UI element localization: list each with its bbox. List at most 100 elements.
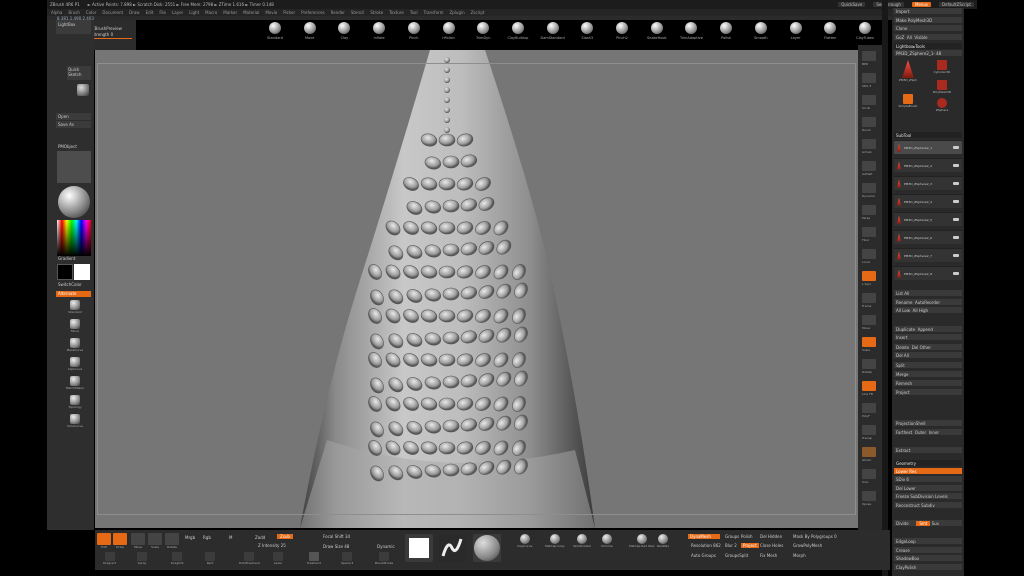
shelf-scale-button[interactable]: Scale (862, 337, 876, 352)
lower-res-button[interactable]: Lower Res (894, 468, 962, 474)
visibility-toggle-icon[interactable] (953, 164, 959, 167)
close-holes-button[interactable]: Close Holes (760, 543, 783, 548)
farthest-button[interactable]: Farthest (896, 430, 912, 435)
brush-inflate[interactable]: Inflate (364, 22, 394, 50)
shelf-xpose-button[interactable]: Xpose (862, 491, 876, 506)
shelf-dynamic-button[interactable]: Dynamic (862, 183, 876, 198)
mask-by-polygroups-slider[interactable]: Mask By Polygroups 0 (793, 534, 837, 539)
rename-button[interactable]: Rename (896, 300, 912, 305)
shelf-persp-button[interactable]: Persp (862, 205, 876, 220)
outer-button[interactable]: Outer (915, 430, 926, 435)
shelf-aahalf-button[interactable]: AAHalf (862, 161, 876, 176)
del-all-button[interactable]: Del All (894, 352, 962, 358)
open-button[interactable]: Open (56, 113, 91, 120)
material-claycurve[interactable]: ClayCurve (517, 534, 532, 548)
visibility-toggle-icon[interactable] (953, 146, 959, 149)
project-button[interactable]: Project (894, 389, 962, 395)
import-button[interactable]: Import (894, 8, 962, 14)
subtool-item[interactable]: PM3D_ZSphere2_6 (894, 230, 962, 244)
all-low-button[interactable]: All Low (896, 308, 910, 313)
list-all-button[interactable]: List All (894, 290, 962, 296)
subtool-header[interactable]: SubTool (894, 132, 962, 138)
autoreorder-button[interactable]: AutoReorder (915, 300, 940, 305)
quick-sketch-button[interactable]: Quick Sketch (67, 66, 91, 80)
visibility-toggle-icon[interactable] (953, 182, 959, 185)
shelf-rotate-button[interactable]: Rotate (862, 359, 876, 374)
right-tray-handle[interactable] (882, 0, 888, 576)
stroke-freehand-button[interactable]: Freehand (307, 552, 321, 565)
extract-button[interactable]: Extract (894, 447, 962, 453)
default-zscript-button[interactable]: DefaultZScript (939, 2, 974, 7)
switch-color-button[interactable]: SwitchColor (58, 282, 82, 287)
projection-shell-slider[interactable]: ProjectionShell (894, 420, 962, 426)
visibility-toggle-icon[interactable] (953, 272, 959, 275)
visible-button[interactable]: Visible (914, 35, 927, 40)
menu-picker[interactable]: Picker (283, 10, 295, 15)
draw-button[interactable]: Draw (113, 533, 127, 549)
shelf-ghost-button[interactable]: Ghost (862, 447, 876, 462)
brush-smooth[interactable]: Smooth (746, 22, 776, 50)
polish-button[interactable]: Polish (741, 534, 753, 539)
subtool-item[interactable]: PM3D_ZSphere2_4 (894, 194, 962, 208)
menu-file[interactable]: File (159, 10, 166, 15)
menu-movie[interactable]: Movie (265, 10, 277, 15)
material-matcap-red-wax[interactable]: MatCap Red Wax (629, 534, 654, 548)
stroke-dragdot-button[interactable]: DragDot (171, 552, 184, 565)
left-tool-matchmaker[interactable]: MatchMaker (60, 376, 90, 395)
shelf-frame-button[interactable]: Frame (862, 293, 876, 308)
brush-snakehook[interactable]: SnakeHook (642, 22, 672, 50)
menu-marker[interactable]: Marker (223, 10, 237, 15)
brush-trimadaptive[interactable]: TrimAdaptive (676, 22, 706, 50)
subtool-item[interactable]: PM3D_ZSphere2_2 (894, 158, 962, 172)
shelf-move-button[interactable]: Move (862, 315, 876, 330)
secondary-color-swatch[interactable] (57, 264, 73, 280)
zsub-button[interactable]: Zsub (277, 534, 293, 539)
left-tool-clipcurve[interactable]: ClipCurve (60, 357, 90, 376)
brush-slash3[interactable]: Slash3 (572, 22, 602, 50)
alpha-slot[interactable] (405, 534, 433, 562)
mrgb-button[interactable]: Mrgb (185, 535, 195, 540)
material-sphere[interactable] (58, 186, 90, 218)
shelf-local-button[interactable]: Local (862, 249, 876, 264)
menu-light[interactable]: Light (189, 10, 199, 15)
brush-standard[interactable]: Standard (260, 22, 290, 50)
grow-polymesh-button[interactable]: GrowPolyMesh (793, 543, 822, 548)
menu-transform[interactable]: Transform (424, 10, 444, 15)
material-chrome[interactable]: Chrome (601, 534, 613, 548)
clone-button[interactable]: Clone (894, 25, 962, 31)
subtool-item[interactable]: PM3D_ZSphere2_8 (894, 266, 962, 280)
tool-thumb-cylinder3d[interactable]: Cylinder3D (932, 60, 952, 82)
blur-slider[interactable]: Blur 2 (725, 543, 737, 548)
texture-swatch[interactable] (57, 151, 91, 183)
stroke-dragrect-button[interactable]: Dragrect (103, 552, 116, 565)
left-tool-maskcurve[interactable]: MaskCurve (60, 338, 90, 357)
shelf-line-fill-button[interactable]: Line Fill (862, 381, 876, 396)
move-button[interactable]: Move (131, 533, 145, 549)
all-button[interactable]: All (907, 35, 912, 40)
draw-size-slider[interactable]: Draw Size 48 (323, 544, 349, 549)
menu-preferences[interactable]: Preferences (301, 10, 325, 15)
menu-document[interactable]: Document (102, 10, 123, 15)
visibility-toggle-icon[interactable] (953, 236, 959, 239)
brush-pinch2[interactable]: Pinch2 (607, 22, 637, 50)
morph-button[interactable]: Morph (793, 553, 806, 558)
del-hidden-button[interactable]: Del Hidden (760, 534, 782, 539)
make-polymesh-button[interactable]: Make PolyMesh3D (894, 17, 962, 23)
rgb-button[interactable]: Rgb (203, 535, 211, 540)
quicksave-button[interactable]: QuickSave (838, 2, 866, 7)
shelf-floor-button[interactable]: Floor (862, 227, 876, 242)
dynamic-button[interactable]: Dynamic (377, 544, 395, 549)
material-matcap-gray[interactable]: MatCap Gray (545, 534, 565, 548)
brush-trimdyn[interactable]: TrimDyn (468, 22, 498, 50)
scale-button[interactable]: Scale (148, 533, 162, 549)
smt-toggle[interactable]: Smt (916, 520, 931, 526)
subtool-item[interactable]: PM3D_ZSphere2_1 (894, 140, 962, 154)
shelf-scroll-button[interactable]: Scroll (862, 95, 876, 110)
visibility-toggle-icon[interactable] (953, 254, 959, 257)
subtool-item[interactable]: PM3D_ZSphere2_3 (894, 176, 962, 190)
shelf-bpr-button[interactable]: BPR (862, 51, 876, 66)
shelf-spix-3-button[interactable]: SPix 3 (862, 73, 876, 88)
menu-stencil[interactable]: Stencil (351, 10, 365, 15)
sdiv-slider[interactable]: SDiv 6 (894, 476, 962, 482)
menu-brush[interactable]: Brush (68, 10, 80, 15)
